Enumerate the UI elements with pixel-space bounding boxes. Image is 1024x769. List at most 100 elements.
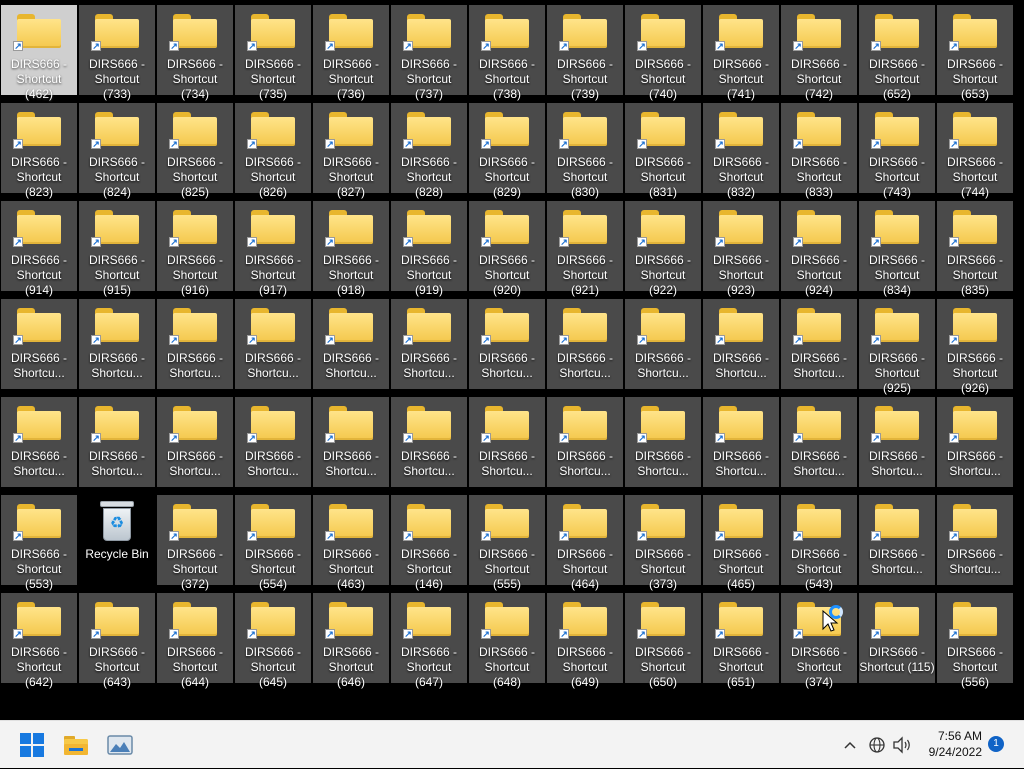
icon-label: DIRS666 - Shortcu... [166,351,224,380]
desktop-folder-shortcut[interactable]: ↗ DIRS666 - Shortcut (554) [235,495,311,591]
desktop-folder-shortcut[interactable]: ↗ DIRS666 - Shortcut (734) [157,5,233,101]
desktop-folder-shortcut[interactable]: ↗ DIRS666 - Shortcut (649) [547,593,623,689]
desktop-folder-shortcut[interactable]: ↗ DIRS666 - Shortcu... [391,299,467,389]
desktop-folder-shortcut[interactable]: ↗ DIRS666 - Shortcut (915) [79,201,155,297]
desktop-folder-shortcut[interactable]: ↗ DIRS666 - Shortcut (920) [469,201,545,297]
desktop-folder-shortcut[interactable]: ↗ DIRS666 - Shortcut (647) [391,593,467,689]
desktop-folder-shortcut[interactable]: ↗ DIRS666 - Shortcut (463) [313,495,389,591]
notification-badge[interactable]: 1 [988,736,1004,752]
desktop-folder-shortcut[interactable]: ↗ DIRS666 - Shortcut (823) [1,103,77,199]
file-explorer-button[interactable] [60,729,92,761]
desktop-folder-shortcut[interactable]: ↗ DIRS666 - Shortcut (744) [937,103,1013,199]
desktop-folder-shortcut[interactable]: ↗ DIRS666 - Shortcut (738) [469,5,545,101]
desktop-folder-shortcut[interactable]: ↗ DIRS666 - Shortcu... [391,397,467,487]
desktop-folder-shortcut[interactable]: ↗ DIRS666 - Shortcut (914) [1,201,77,297]
desktop-folder-shortcut[interactable]: ↗ DIRS666 - Shortcu... [79,397,155,487]
desktop-folder-shortcut[interactable]: ↗ DIRS666 - Shortcut (737) [391,5,467,101]
desktop-folder-shortcut[interactable]: ↗ DIRS666 - Shortcu... [157,299,233,389]
desktop-folder-shortcut[interactable]: ↗ DIRS666 - Shortcu... [703,397,779,487]
desktop-folder-shortcut[interactable]: ↗ DIRS666 - Shortcu... [313,299,389,389]
volume-button[interactable] [892,721,914,769]
desktop-folder-shortcut[interactable]: ↗ DIRS666 - Shortcu... [547,397,623,487]
desktop-folder-shortcut[interactable]: ↗ DIRS666 - Shortcut (372) [157,495,233,591]
desktop-folder-shortcut[interactable]: ↗ DIRS666 - Shortcut (926) [937,299,1013,395]
desktop-folder-shortcut[interactable]: ↗ DIRS666 - Shortcut (835) [937,201,1013,297]
desktop-folder-shortcut[interactable]: ↗ DIRS666 - Shortcut (643) [79,593,155,689]
desktop-folder-shortcut[interactable]: ↗ DIRS666 - Shortcu... [547,299,623,389]
desktop-folder-shortcut[interactable]: ↗ DIRS666 - Shortcut (653) [937,5,1013,101]
desktop-folder-shortcut[interactable]: ↗ DIRS666 - Shortcu... [625,397,701,487]
desktop-folder-shortcut[interactable]: ↗ DIRS666 - Shortcu... [313,397,389,487]
clock-button[interactable]: 7:56 AM 9/24/2022 [916,721,986,769]
desktop-folder-shortcut[interactable]: ↗ DIRS666 - Shortcut (644) [157,593,233,689]
desktop-folder-shortcut[interactable]: ↗ DIRS666 - Shortcut (650) [625,593,701,689]
desktop-folder-shortcut[interactable]: ↗ DIRS666 - Shortcut (556) [937,593,1013,689]
desktop-folder-shortcut[interactable]: ↗ DIRS666 - Shortcu... [235,299,311,389]
desktop-folder-shortcut[interactable]: ↗ DIRS666 - Shortcut (925) [859,299,935,395]
desktop-folder-shortcut[interactable]: ↗ DIRS666 - Shortcut (553) [1,495,77,591]
desktop-folder-shortcut[interactable]: ↗ DIRS666 - Shortcut (739) [547,5,623,101]
desktop-folder-shortcut[interactable]: ↗ DIRS666 - Shortcut (834) [859,201,935,297]
desktop-folder-shortcut[interactable]: ↗ DIRS666 - Shortcu... [781,299,857,389]
photos-button[interactable] [104,729,136,761]
desktop-folder-shortcut[interactable]: ↗ DIRS666 - Shortcut (740) [625,5,701,101]
desktop-folder-shortcut[interactable]: ↗ DIRS666 - Shortcut (922) [625,201,701,297]
desktop-folder-shortcut[interactable]: ↗ DIRS666 - Shortcut (830) [547,103,623,199]
desktop-folder-shortcut[interactable]: ↗ DIRS666 - Shortcut (733) [79,5,155,101]
desktop-folder-shortcut[interactable]: ↗ DIRS666 - Shortcut (465) [703,495,779,591]
show-hidden-icons-button[interactable] [840,721,860,769]
desktop-folder-shortcut[interactable]: ↗ DIRS666 - Shortcut (741) [703,5,779,101]
desktop-folder-shortcut[interactable]: ↗ DIRS666 - Shortcu... [625,299,701,389]
desktop-folder-shortcut[interactable]: ↗ DIRS666 - Shortcu... [469,397,545,487]
desktop-folder-shortcut[interactable]: ↗ DIRS666 - Shortcut (652) [859,5,935,101]
desktop-folder-shortcut[interactable]: ↗ DIRS666 - Shortcut (735) [235,5,311,101]
desktop-folder-shortcut[interactable]: ↗ DIRS666 - Shortcu... [859,397,935,487]
desktop-folder-shortcut[interactable]: ↗ DIRS666 - Shortcut (374) [781,593,857,689]
desktop-folder-shortcut[interactable]: ↗ DIRS666 - Shortcu... [1,397,77,487]
desktop-folder-shortcut[interactable]: ↗ DIRS666 - Shortcu... [157,397,233,487]
desktop-folder-shortcut[interactable]: ↗ DIRS666 - Shortcut (645) [235,593,311,689]
desktop-folder-shortcut[interactable]: ↗ DIRS666 - Shortcu... [937,495,1013,585]
desktop-folder-shortcut[interactable]: ↗ DIRS666 - Shortcut (555) [469,495,545,591]
desktop-folder-shortcut[interactable]: ↗ DIRS666 - Shortcut (924) [781,201,857,297]
desktop-folder-shortcut[interactable]: ↗ DIRS666 - Shortcut (825) [157,103,233,199]
network-button[interactable] [868,721,888,769]
desktop-folder-shortcut[interactable]: ↗ DIRS666 - Shortcut (827) [313,103,389,199]
desktop-folder-shortcut[interactable]: ↗ DIRS666 - Shortcut (826) [235,103,311,199]
desktop-folder-shortcut[interactable]: ↗ DIRS666 - Shortcu... [79,299,155,389]
desktop-folder-shortcut[interactable]: ↗ DIRS666 - Shortcut (923) [703,201,779,297]
desktop-folder-shortcut[interactable]: ↗ DIRS666 - Shortcut (917) [235,201,311,297]
desktop-folder-shortcut[interactable]: ↗ DIRS666 - Shortcut (743) [859,103,935,199]
desktop-folder-shortcut[interactable]: ↗ DIRS666 - Shortcut (919) [391,201,467,297]
desktop-folder-shortcut[interactable]: ↗ DIRS666 - Shortcu... [859,495,935,585]
desktop-folder-shortcut[interactable]: ↗ DIRS666 - Shortcu... [1,299,77,389]
desktop-folder-shortcut[interactable]: ↗ DIRS666 - Shortcut (829) [469,103,545,199]
desktop-folder-shortcut[interactable]: ↗ DIRS666 - Shortcu... [937,397,1013,487]
desktop-folder-shortcut[interactable]: ↗ DIRS666 - Shortcut (543) [781,495,857,591]
desktop-folder-shortcut[interactable]: ↗ DIRS666 - Shortcut (833) [781,103,857,199]
desktop-folder-shortcut[interactable]: ↗ DIRS666 - Shortcut (742) [781,5,857,101]
desktop-folder-shortcut[interactable]: ↗ DIRS666 - Shortcu... [235,397,311,487]
desktop-folder-shortcut[interactable]: ↗ DIRS666 - Shortcut (831) [625,103,701,199]
desktop-folder-shortcut[interactable]: ↗ DIRS666 - Shortcut (462) [1,5,77,101]
recycle-bin-shortcut[interactable]: ♻ Recycle Bin [79,495,155,585]
desktop-folder-shortcut[interactable]: ↗ DIRS666 - Shortcut (464) [547,495,623,591]
desktop-folder-shortcut[interactable]: ↗ DIRS666 - Shortcut (832) [703,103,779,199]
desktop-folder-shortcut[interactable]: ↗ DIRS666 - Shortcut (651) [703,593,779,689]
desktop-folder-shortcut[interactable]: ↗ DIRS666 - Shortcu... [469,299,545,389]
desktop-folder-shortcut[interactable]: ↗ DIRS666 - Shortcut (736) [313,5,389,101]
desktop-folder-shortcut[interactable]: ↗ DIRS666 - Shortcut (146) [391,495,467,591]
desktop-folder-shortcut[interactable]: ↗ DIRS666 - Shortcut (373) [625,495,701,591]
desktop-folder-shortcut[interactable]: ↗ DIRS666 - Shortcu... [781,397,857,487]
desktop-folder-shortcut[interactable]: ↗ DIRS666 - Shortcut (918) [313,201,389,297]
desktop-folder-shortcut[interactable]: ↗ DIRS666 - Shortcu... [703,299,779,389]
desktop-folder-shortcut[interactable]: ↗ DIRS666 - Shortcut (648) [469,593,545,689]
start-button[interactable] [16,729,48,761]
desktop-folder-shortcut[interactable]: ↗ DIRS666 - Shortcut (921) [547,201,623,297]
desktop-folder-shortcut[interactable]: ↗ DIRS666 - Shortcut (824) [79,103,155,199]
desktop-folder-shortcut[interactable]: ↗ DIRS666 - Shortcut (115) [859,593,935,683]
desktop-folder-shortcut[interactable]: ↗ DIRS666 - Shortcut (916) [157,201,233,297]
desktop-folder-shortcut[interactable]: ↗ DIRS666 - Shortcut (646) [313,593,389,689]
desktop-folder-shortcut[interactable]: ↗ DIRS666 - Shortcut (642) [1,593,77,689]
desktop-folder-shortcut[interactable]: ↗ DIRS666 - Shortcut (828) [391,103,467,199]
